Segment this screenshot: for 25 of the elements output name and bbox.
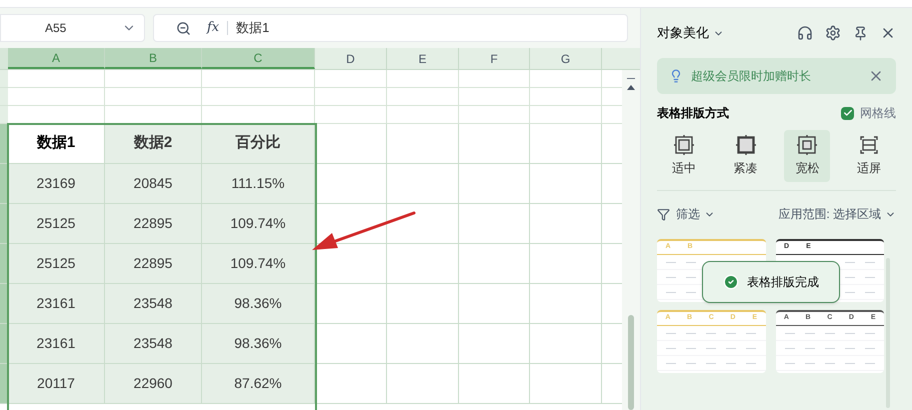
toast-text: 表格排版完成 — [747, 274, 819, 291]
table-cell: 98.36% — [202, 284, 315, 323]
section-title: 表格排版方式 — [657, 105, 730, 122]
table-cell: 111.15% — [202, 164, 315, 203]
table-cell: 20845 — [105, 164, 202, 203]
table-cell: 20117 — [8, 364, 105, 403]
table-cell: 98.36% — [202, 324, 315, 363]
table-cell: 23548 — [105, 284, 202, 323]
table-cell: 22895 — [105, 244, 202, 283]
table-cell: 109.74% — [202, 244, 315, 283]
table-cell: 22960 — [105, 364, 202, 403]
promo-text: 超级会员限时加赠时长 — [691, 68, 812, 85]
table-cell: 23548 — [105, 324, 202, 363]
table-cell: 25125 — [8, 244, 105, 283]
table-cell: 23161 — [8, 284, 105, 323]
table-cell: 109.74% — [202, 204, 315, 243]
checkbox-label: 网格线 — [860, 105, 896, 122]
header-cell: 数据2 — [105, 124, 202, 163]
table-cell: 25125 — [8, 204, 105, 243]
table-cell: 22895 — [105, 204, 202, 243]
table-cell: 23169 — [8, 164, 105, 203]
table-cell: 87.62% — [202, 364, 315, 403]
formula-text: 数据1 — [236, 19, 270, 38]
header-cell: 百分比 — [202, 124, 315, 163]
table-cell: 23161 — [8, 324, 105, 363]
